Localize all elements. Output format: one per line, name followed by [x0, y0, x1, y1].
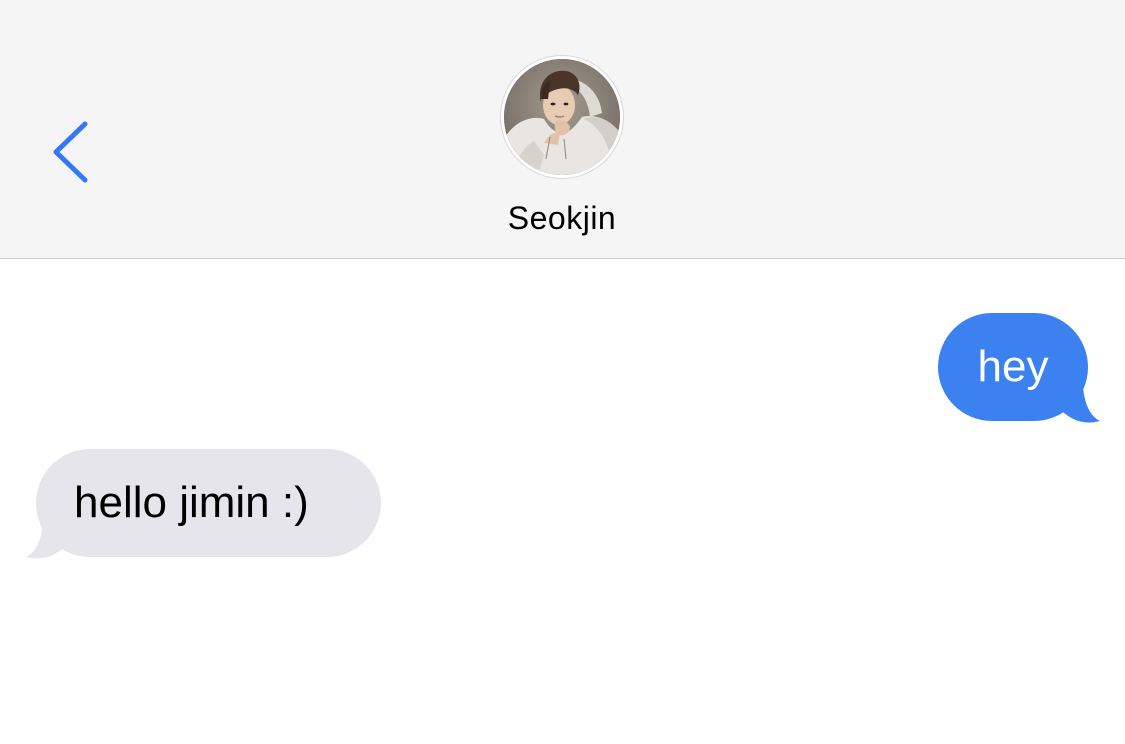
outgoing-message-bubble[interactable]: hey	[938, 313, 1088, 421]
contact-name[interactable]: Seokjin	[412, 200, 712, 237]
contact-info: Seokjin	[0, 0, 1125, 258]
outgoing-message-text: hey	[977, 342, 1049, 391]
message-thread: hey hello jimin :)	[0, 259, 1125, 744]
conversation-header: Seokjin	[0, 0, 1125, 259]
incoming-message-text: hello jimin :)	[74, 478, 309, 527]
incoming-message-bubble[interactable]: hello jimin :)	[36, 449, 381, 557]
contact-photo	[504, 59, 620, 175]
avatar[interactable]	[501, 56, 623, 178]
imessage-conversation-screen: Seokjin hey hello jimin :)	[0, 0, 1125, 744]
